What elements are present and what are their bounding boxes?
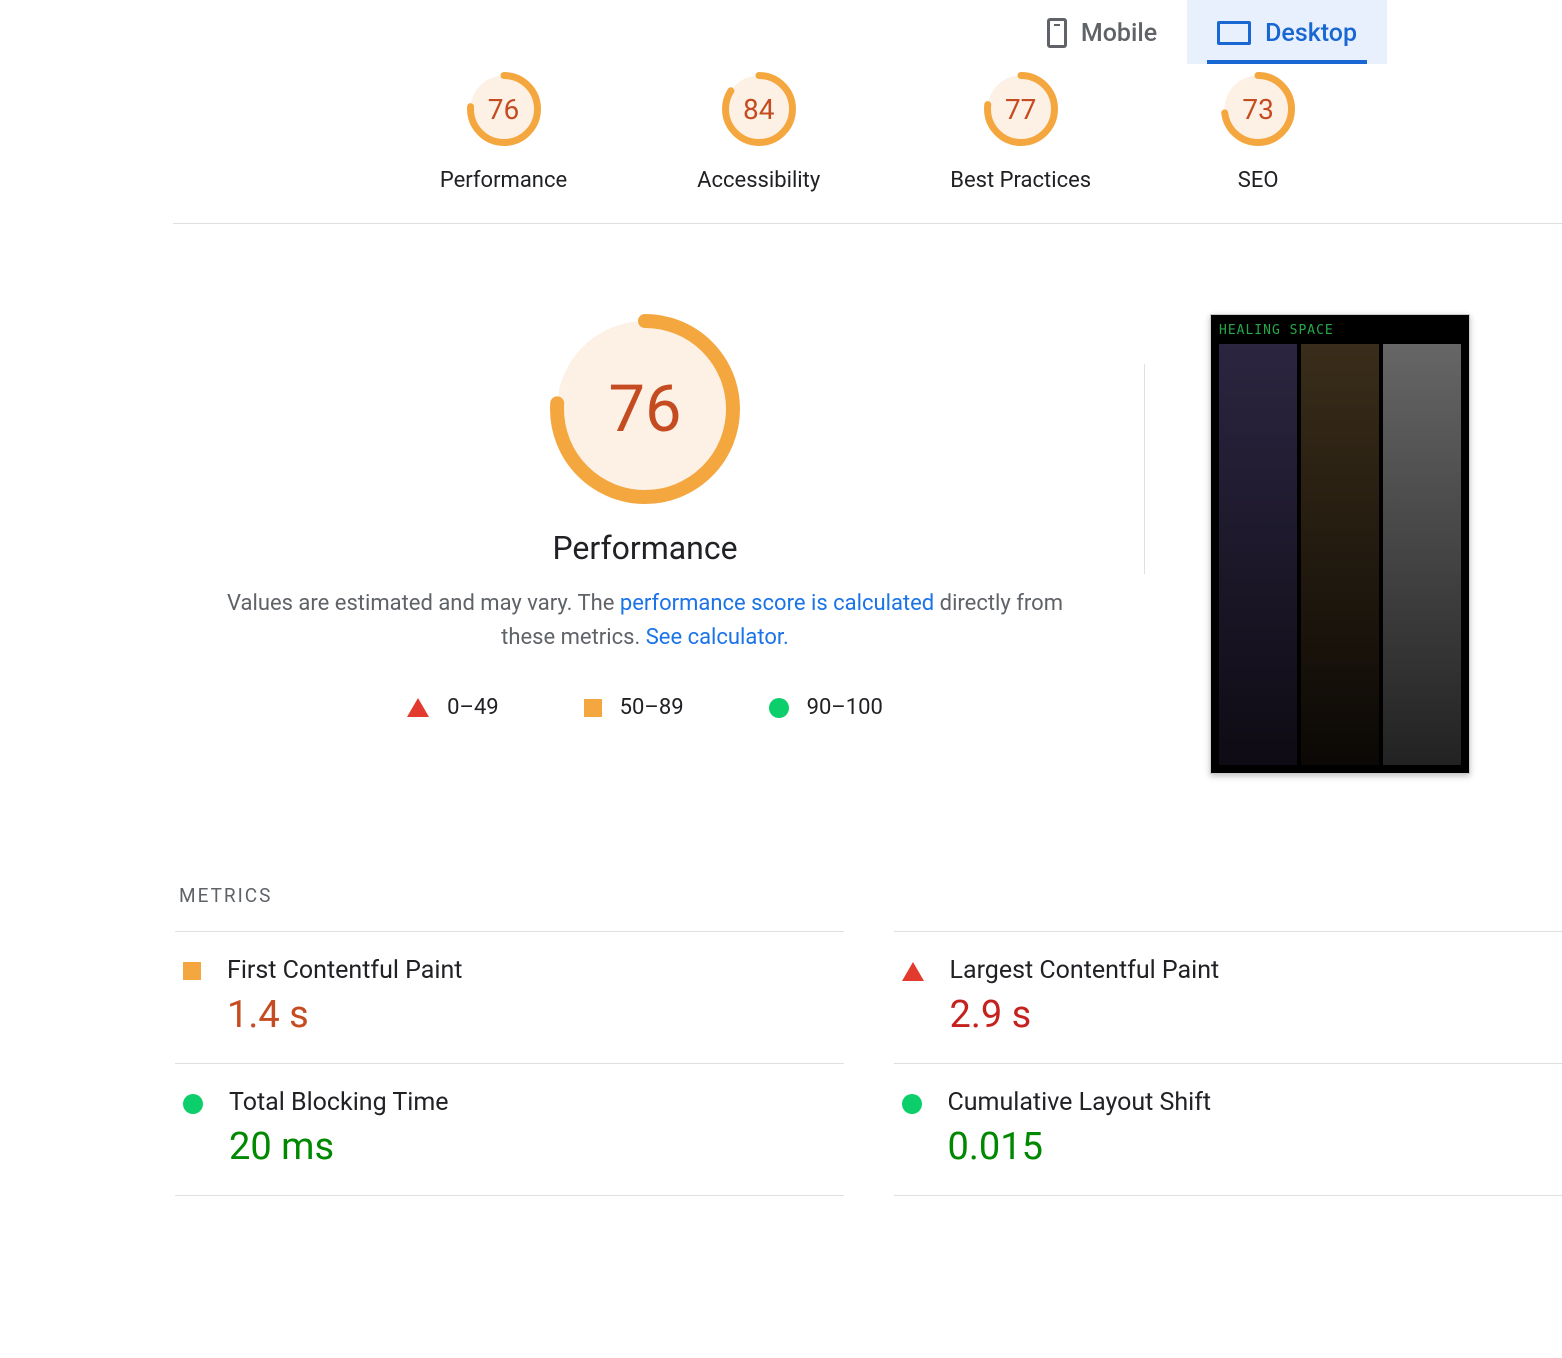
gauge-label: SEO — [1238, 168, 1279, 193]
metric-name: Cumulative Layout Shift — [948, 1088, 1212, 1117]
metric-name: Largest Contentful Paint — [950, 956, 1220, 985]
legend-poor-label: 0–49 — [447, 695, 499, 720]
circle-icon — [769, 698, 789, 718]
square-icon — [584, 699, 602, 717]
desktop-icon — [1217, 21, 1251, 45]
metric-tbt[interactable]: Total Blocking Time 20 ms — [175, 1063, 844, 1196]
metrics-header: METRICS — [179, 884, 1562, 907]
circle-icon — [902, 1094, 922, 1114]
performance-title: Performance — [552, 529, 737, 567]
divider — [1144, 364, 1145, 574]
mobile-icon — [1047, 18, 1067, 48]
square-icon — [183, 962, 201, 980]
tab-mobile-label: Mobile — [1081, 19, 1157, 48]
category-gauges: 76 Performance 84 Accessibility 77 Best … — [173, 64, 1562, 224]
gauge-accessibility[interactable]: 84 Accessibility — [697, 72, 820, 193]
metric-value: 0.015 — [948, 1125, 1212, 1169]
device-tabs: Mobile Desktop — [175, 0, 1562, 64]
gauge-performance[interactable]: 76 Performance — [440, 72, 567, 193]
performance-description: Values are estimated and may vary. The p… — [210, 587, 1080, 655]
legend-good-label: 90–100 — [807, 695, 883, 720]
link-score-calculated[interactable]: performance score is calculated — [620, 591, 934, 616]
gauge-best-practices[interactable]: 77 Best Practices — [950, 72, 1091, 193]
metric-lcp[interactable]: Largest Contentful Paint 2.9 s — [894, 931, 1562, 1063]
triangle-icon — [407, 698, 429, 717]
metric-cls[interactable]: Cumulative Layout Shift 0.015 — [894, 1063, 1562, 1196]
page-screenshot: HEALING SPACE — [1210, 314, 1470, 774]
link-see-calculator[interactable]: See calculator. — [646, 625, 789, 650]
gauge-label: Performance — [440, 168, 567, 193]
legend-poor: 0–49 — [407, 695, 499, 720]
circle-icon — [183, 1094, 203, 1114]
gauge-ring-seo: 73 — [1221, 72, 1295, 146]
gauge-ring-performance: 76 — [467, 72, 541, 146]
legend-average-label: 50–89 — [620, 695, 684, 720]
triangle-icon — [902, 962, 924, 981]
tab-desktop-label: Desktop — [1265, 19, 1357, 48]
tab-desktop[interactable]: Desktop — [1187, 0, 1387, 64]
metric-name: Total Blocking Time — [229, 1088, 449, 1117]
performance-summary: 76 Performance Values are estimated and … — [210, 314, 1080, 720]
perf-desc-text: Values are estimated and may vary. The — [227, 591, 620, 616]
metrics-column-left: First Contentful Paint 1.4 s Total Block… — [175, 931, 844, 1196]
screenshot-panels — [1219, 344, 1461, 765]
legend-good: 90–100 — [769, 695, 883, 720]
gauge-seo[interactable]: 73 SEO — [1221, 72, 1295, 193]
metrics-grid: First Contentful Paint 1.4 s Total Block… — [175, 931, 1562, 1196]
score-legend: 0–49 50–89 90–100 — [407, 695, 883, 720]
legend-average: 50–89 — [584, 695, 684, 720]
metric-fcp[interactable]: First Contentful Paint 1.4 s — [175, 931, 844, 1063]
screenshot-caption: HEALING SPACE — [1219, 323, 1461, 338]
gauge-ring-best-practices: 77 — [984, 72, 1058, 146]
tab-mobile[interactable]: Mobile — [1017, 0, 1187, 64]
metric-value: 2.9 s — [950, 993, 1220, 1037]
metric-name: First Contentful Paint — [227, 956, 462, 985]
gauge-ring-accessibility: 84 — [722, 72, 796, 146]
gauge-ring-main: 76 — [550, 314, 740, 504]
gauge-label: Accessibility — [697, 168, 820, 193]
gauge-label: Best Practices — [950, 168, 1091, 193]
metric-value: 20 ms — [229, 1125, 449, 1169]
performance-section: 76 Performance Values are estimated and … — [175, 224, 1562, 774]
metric-value: 1.4 s — [227, 993, 462, 1037]
metrics-column-right: Largest Contentful Paint 2.9 s Cumulativ… — [894, 931, 1562, 1196]
